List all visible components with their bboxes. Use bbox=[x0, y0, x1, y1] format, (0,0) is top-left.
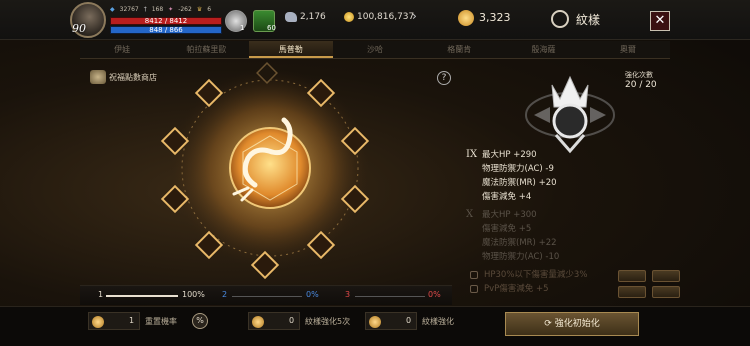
crown-emblem-icon bbox=[525, 75, 615, 154]
stat-line: 魔法防禦(MR) +22 bbox=[482, 238, 557, 248]
gold-coin-icon bbox=[344, 12, 354, 22]
stat-line: 傷害減免 +5 bbox=[482, 224, 532, 234]
locked-stat-line: PvP傷害減免 +5 bbox=[468, 282, 587, 296]
stat-option-button[interactable] bbox=[618, 286, 646, 298]
lock-icon bbox=[470, 285, 478, 293]
wing-currency-icon bbox=[285, 12, 297, 22]
progress-2-label: 2 bbox=[222, 290, 228, 299]
enhance-count-label: 強化次數 bbox=[625, 71, 653, 79]
leaf-potion-count: 60 bbox=[267, 24, 276, 32]
tab-1[interactable]: 帕拉蘇里歐 bbox=[164, 41, 248, 58]
tab-6[interactable]: 奧爾 bbox=[586, 41, 670, 58]
progress-3-label: 3 bbox=[345, 290, 351, 299]
shop-icon[interactable] bbox=[90, 70, 106, 84]
blessing-point-icon bbox=[458, 10, 474, 26]
stat-a-icon: ◆ bbox=[110, 6, 115, 13]
progress-1-label: 1 bbox=[98, 290, 104, 299]
help-icon[interactable]: ? bbox=[437, 71, 451, 85]
sword-icon: † bbox=[143, 6, 147, 13]
enhance-5x-label[interactable]: 紋樣強化5次 bbox=[305, 316, 350, 327]
progress-1-fill bbox=[106, 295, 178, 297]
mp-bar: 848 / 866 bbox=[110, 26, 222, 34]
close-button[interactable]: ✕ bbox=[650, 11, 670, 31]
tab-0[interactable]: 伊娃 bbox=[80, 41, 164, 58]
mp-value: 848 / 866 bbox=[149, 26, 183, 34]
percent-info-button[interactable]: % bbox=[192, 313, 208, 329]
stat-c: -262 bbox=[178, 6, 192, 13]
alignment-icon: ✦ bbox=[168, 6, 174, 13]
tab-5[interactable]: 殷海薩 bbox=[501, 41, 585, 58]
next-stats: X 最大HP +300 傷害減免 +5 魔法防禦(MR) +22 物理防禦力(A… bbox=[466, 208, 560, 264]
progress-3-track bbox=[355, 296, 425, 297]
gold-value: 100,816,737 bbox=[357, 12, 415, 22]
stat-line: 魔法防禦(MR) +20 bbox=[482, 178, 557, 188]
locked-stat-line: HP30%以下傷害量減少3% bbox=[468, 268, 587, 282]
stat-b: 168 bbox=[151, 6, 164, 13]
emblem-ring bbox=[160, 62, 370, 280]
blessing-point-value: 3,323 bbox=[479, 11, 511, 24]
locked-stat-text: HP30%以下傷害量減少3% bbox=[484, 270, 588, 280]
buff-badge-count: 1 bbox=[240, 24, 245, 32]
hp-value: 8412 / 8412 bbox=[144, 17, 188, 25]
reset-enhance-button[interactable]: ⟳ 強化初始化 bbox=[505, 312, 639, 336]
progress-3-pct: 0% bbox=[428, 290, 441, 299]
currency-expand-arrow-icon[interactable]: › bbox=[412, 9, 417, 23]
coin-icon bbox=[92, 316, 104, 328]
reset-enhance-label: 強化初始化 bbox=[554, 319, 600, 329]
lock-icon bbox=[470, 271, 478, 279]
tab-4[interactable]: 格蘭肯 bbox=[417, 41, 501, 58]
stat-line: 最大HP +290 bbox=[482, 150, 537, 160]
stat-line: 物理防禦力(AC) -10 bbox=[482, 252, 560, 262]
current-tier-numeral: IX bbox=[466, 149, 478, 160]
stat-option-button[interactable] bbox=[618, 270, 646, 282]
blessing-shop-link[interactable]: 祝福點數商店 bbox=[109, 72, 157, 83]
tab-bar: 伊娃 帕拉蘇里歐 馬普勒 沙哈 格蘭肯 殷海薩 奧爾 bbox=[80, 41, 670, 59]
reset-rate-item[interactable]: 1 bbox=[88, 312, 140, 330]
locked-stats: HP30%以下傷害量減少3% PvP傷害減免 +5 bbox=[468, 268, 587, 296]
stat-line: 物理防禦力(AC) -9 bbox=[482, 164, 554, 174]
stat-line: 最大HP +300 bbox=[482, 210, 537, 220]
progress-strip: 1 100% 2 0% 3 0% bbox=[80, 285, 452, 305]
stat-d: 6 bbox=[207, 6, 212, 13]
emblem-title-icon bbox=[551, 10, 569, 28]
current-stats: IX 最大HP +290 物理防禦力(AC) -9 魔法防禦(MR) +20 傷… bbox=[466, 148, 557, 204]
coin-icon bbox=[369, 316, 381, 328]
next-tier-numeral: X bbox=[466, 209, 474, 220]
reset-rate-label: 重置機率 bbox=[145, 317, 177, 326]
player-stats-row: ◆ 32767 † 168 ✦ -262 ♛ 6 bbox=[110, 6, 211, 13]
stat-option-button[interactable] bbox=[652, 286, 680, 298]
progress-2-pct: 0% bbox=[306, 290, 319, 299]
stat-line: 傷害減免 +4 bbox=[482, 192, 532, 202]
hp-bar: 8412 / 8412 bbox=[110, 17, 222, 25]
enhance-5x-count: 0 bbox=[289, 316, 295, 325]
enhance-item[interactable]: 0 bbox=[365, 312, 417, 330]
scorpion-core[interactable] bbox=[229, 127, 311, 209]
enhance-5x-item[interactable]: 0 bbox=[248, 312, 300, 330]
progress-1-pct: 100% bbox=[182, 290, 205, 299]
progress-2-track bbox=[232, 296, 302, 297]
trophy-icon: ♛ bbox=[196, 6, 203, 13]
enhance-count: 0 bbox=[406, 316, 412, 325]
tab-3[interactable]: 沙哈 bbox=[333, 41, 417, 58]
refresh-icon: ⟳ bbox=[544, 319, 555, 329]
stat-a: 32767 bbox=[119, 6, 139, 13]
reset-rate-count: 1 bbox=[129, 316, 135, 325]
locked-stat-text: PvP傷害減免 +5 bbox=[484, 284, 549, 294]
coin-icon bbox=[252, 316, 264, 328]
window-title: 紋樣 bbox=[576, 13, 601, 27]
stat-option-button[interactable] bbox=[652, 270, 680, 282]
player-level: 90 bbox=[72, 22, 86, 35]
enhance-count-value: 20 / 20 bbox=[625, 80, 657, 90]
wing-currency-value: 2,176 bbox=[300, 12, 326, 22]
game-window: 90 ◆ 32767 † 168 ✦ -262 ♛ 6 8412 / 8412 … bbox=[0, 0, 750, 346]
tab-2[interactable]: 馬普勒 bbox=[248, 41, 333, 58]
enhance-label[interactable]: 紋樣強化 bbox=[422, 316, 454, 327]
